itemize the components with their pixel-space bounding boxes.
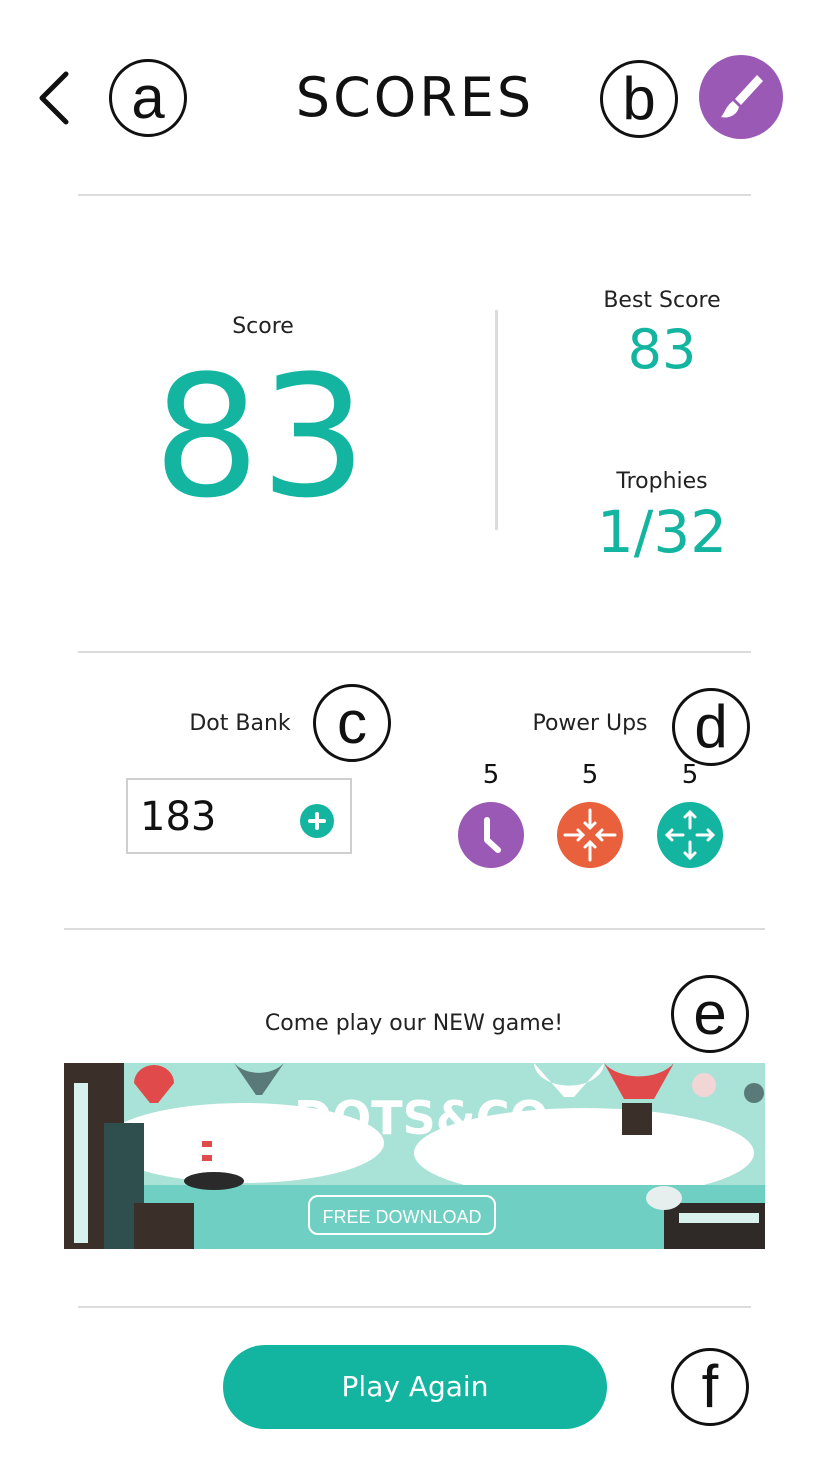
callout-c: c <box>313 684 391 762</box>
power-ups-label: Power Ups <box>532 711 648 736</box>
power-up-count-clock: 5 <box>482 760 500 790</box>
divider-bottom <box>78 1306 751 1308</box>
shrink-arrows-icon <box>563 808 617 862</box>
callout-e: e <box>671 975 749 1053</box>
power-up-count-shrink: 5 <box>581 760 599 790</box>
plus-icon <box>308 812 326 830</box>
dot-bank-label: Dot Bank <box>189 711 291 736</box>
promo-heading: Come play our NEW game! <box>264 1011 564 1036</box>
divider-top <box>78 194 751 196</box>
trophies-value: 1/32 <box>596 498 728 566</box>
score-label: Score <box>232 314 294 339</box>
theme-button[interactable] <box>699 55 783 139</box>
expand-arrows-icon <box>664 809 716 861</box>
add-dots-button[interactable] <box>300 804 334 838</box>
promo-banner[interactable]: DOTS&CO FREE DOWNLOAD <box>64 1063 765 1249</box>
dot-bank-value: 183 <box>140 794 217 840</box>
callout-d: d <box>672 688 750 766</box>
free-download-button[interactable]: FREE DOWNLOAD <box>308 1195 496 1235</box>
callout-a: a <box>109 59 187 137</box>
power-up-shrink[interactable] <box>557 802 623 868</box>
paintbrush-icon <box>721 75 763 118</box>
page-title: SCORES <box>295 66 535 129</box>
callout-f: f <box>671 1348 749 1426</box>
callout-b: b <box>600 60 678 138</box>
divider-lower <box>64 928 765 930</box>
power-up-count-expand: 5 <box>681 760 699 790</box>
divider-middle <box>78 651 751 653</box>
banner-title: DOTS&CO <box>294 1091 549 1145</box>
score-value: 83 <box>153 339 367 535</box>
trophies-label: Trophies <box>616 469 708 494</box>
score-vertical-divider <box>495 310 498 530</box>
clock-icon <box>484 817 501 853</box>
power-up-clock[interactable] <box>458 802 524 868</box>
best-score-value: 83 <box>627 318 697 381</box>
back-button[interactable] <box>30 66 80 130</box>
play-again-button[interactable]: Play Again <box>223 1345 607 1429</box>
chevron-left-icon <box>39 71 69 125</box>
best-score-label: Best Score <box>603 288 721 313</box>
power-up-expand[interactable] <box>657 802 723 868</box>
dot-bank-box: 183 <box>126 778 352 854</box>
